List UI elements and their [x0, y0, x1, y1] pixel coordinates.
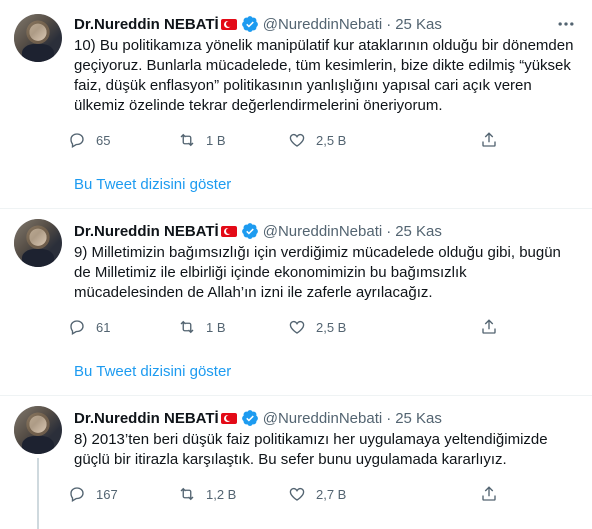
- share-icon: [482, 132, 496, 147]
- tweet-8[interactable]: Dr.Nureddin NEBATİ @NureddinNebati · 25 …: [0, 396, 592, 529]
- reply-count: 61: [96, 319, 111, 335]
- separator-dot: ·: [386, 222, 392, 240]
- retweet-icon: [180, 487, 194, 501]
- share-icon: [482, 486, 496, 501]
- tweet-actions: 167 1,2 B 2,7 B: [68, 484, 508, 504]
- tweet-feed: Dr.Nureddin NEBATİ @NureddinNebati · 25 …: [0, 0, 592, 529]
- show-thread-link[interactable]: Bu Tweet dizisini göster: [74, 363, 231, 380]
- reply-button[interactable]: 61: [68, 317, 178, 337]
- share-button[interactable]: [480, 130, 508, 150]
- tweet-9[interactable]: Dr.Nureddin NEBATİ @NureddinNebati · 25 …: [0, 209, 592, 396]
- author-handle[interactable]: @NureddinNebati: [263, 16, 382, 33]
- like-count: 2,7 B: [316, 486, 347, 502]
- show-thread-link[interactable]: Bu Tweet dizisini göster: [74, 176, 231, 193]
- like-count: 2,5 B: [316, 319, 347, 335]
- verified-badge-icon: [241, 223, 258, 239]
- tweet-actions: 61 1 B 2,5 B: [68, 317, 508, 337]
- reply-count: 167: [96, 486, 118, 502]
- retweet-icon: [180, 320, 194, 334]
- reply-icon: [70, 133, 84, 148]
- more-icon[interactable]: [556, 14, 576, 34]
- author-name[interactable]: Dr.Nureddin NEBATİ: [74, 410, 219, 427]
- tweet-header: Dr.Nureddin NEBATİ @NureddinNebati · 25 …: [74, 408, 442, 428]
- turkey-flag-icon: [220, 18, 237, 30]
- reply-count: 65: [96, 132, 111, 148]
- tweet-date[interactable]: 25 Kas: [395, 410, 442, 427]
- author-handle[interactable]: @NureddinNebati: [263, 223, 382, 240]
- avatar[interactable]: [14, 14, 62, 62]
- tweet-header: Dr.Nureddin NEBATİ @NureddinNebati · 25 …: [74, 14, 442, 34]
- reply-button[interactable]: 167: [68, 484, 178, 504]
- heart-icon: [289, 133, 305, 147]
- share-icon: [482, 319, 496, 334]
- thread-connector-line: [37, 458, 39, 529]
- reply-icon: [70, 487, 84, 502]
- verified-badge-icon: [241, 410, 258, 426]
- author-name[interactable]: Dr.Nureddin NEBATİ: [74, 223, 219, 240]
- turkey-flag-icon: [220, 225, 237, 237]
- retweet-count: 1,2 B: [206, 486, 237, 502]
- tweet-date[interactable]: 25 Kas: [395, 223, 442, 240]
- retweet-button[interactable]: 1 B: [178, 317, 288, 337]
- verified-badge-icon: [241, 16, 258, 32]
- retweet-count: 1 B: [206, 319, 226, 335]
- heart-icon: [289, 320, 305, 334]
- author-name[interactable]: Dr.Nureddin NEBATİ: [74, 16, 219, 33]
- retweet-icon: [180, 133, 194, 147]
- tweet-date[interactable]: 25 Kas: [395, 16, 442, 33]
- like-button[interactable]: 2,5 B: [288, 130, 398, 150]
- avatar[interactable]: [14, 406, 62, 454]
- tweet-10[interactable]: Dr.Nureddin NEBATİ @NureddinNebati · 25 …: [0, 0, 592, 209]
- tweet-actions: 65 1 B 2,5 B: [68, 130, 508, 150]
- reply-button[interactable]: 65: [68, 130, 178, 150]
- retweet-count: 1 B: [206, 132, 226, 148]
- share-button[interactable]: [480, 484, 508, 504]
- share-button[interactable]: [480, 317, 508, 337]
- turkey-flag-icon: [220, 412, 237, 424]
- tweet-header: Dr.Nureddin NEBATİ @NureddinNebati · 25 …: [74, 221, 442, 241]
- heart-icon: [289, 487, 305, 501]
- tweet-text: 8) 2013’ten beri düşük faiz politikamızı…: [74, 431, 548, 468]
- like-count: 2,5 B: [316, 132, 347, 148]
- tweet-text: 9) Milletimizin bağımsızlığı için verdiğ…: [74, 244, 561, 301]
- tweet-text: 10) Bu politikamıza yönelik manipülatif …: [74, 37, 574, 114]
- avatar[interactable]: [14, 219, 62, 267]
- author-handle[interactable]: @NureddinNebati: [263, 410, 382, 427]
- like-button[interactable]: 2,7 B: [288, 484, 398, 504]
- like-button[interactable]: 2,5 B: [288, 317, 398, 337]
- retweet-button[interactable]: 1,2 B: [178, 484, 288, 504]
- separator-dot: ·: [386, 15, 392, 33]
- retweet-button[interactable]: 1 B: [178, 130, 288, 150]
- separator-dot: ·: [386, 409, 392, 427]
- reply-icon: [70, 320, 84, 335]
